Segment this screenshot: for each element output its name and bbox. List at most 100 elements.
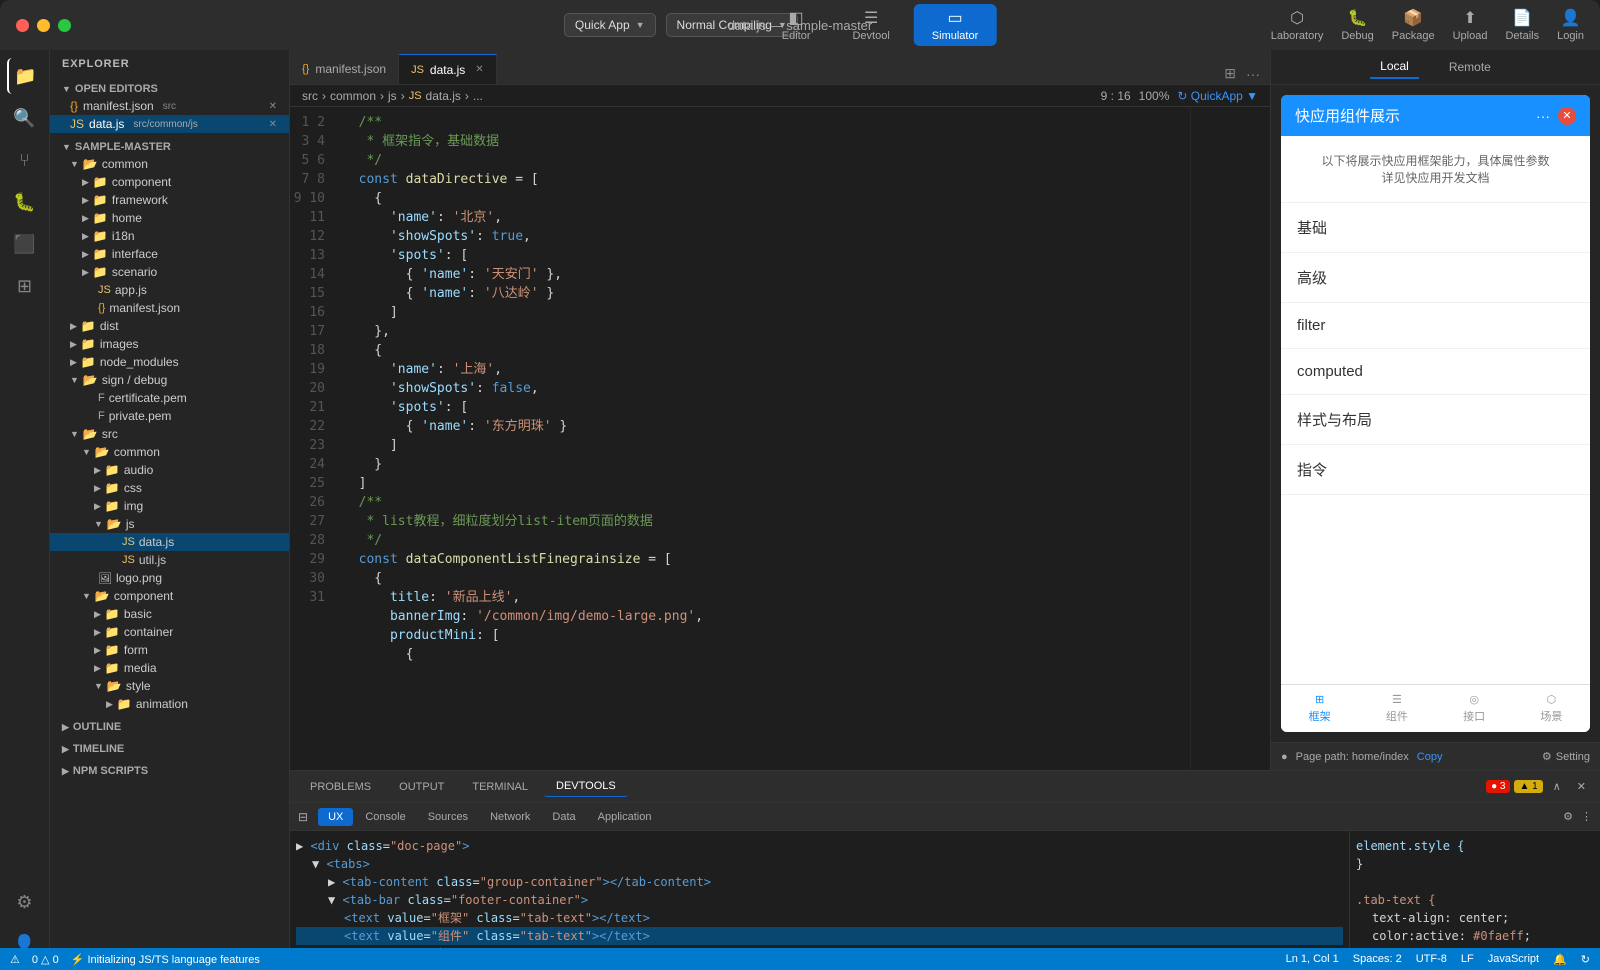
tree-home[interactable]: ▶ 📁 home — [50, 209, 289, 227]
tree-manifestjson[interactable]: {} manifest.json — [50, 299, 289, 317]
tree-scenario[interactable]: ▶ 📁 scenario — [50, 263, 289, 281]
list-item-directive[interactable]: 指令 — [1281, 445, 1590, 495]
package-button[interactable]: 📦 Package — [1392, 8, 1435, 42]
subtab-console[interactable]: Console — [355, 808, 415, 826]
tree-private[interactable]: F private.pem — [50, 407, 289, 425]
phone-menu-icon[interactable]: ··· — [1536, 108, 1550, 124]
maximize-button[interactable] — [58, 19, 71, 32]
devtools-filter-icon[interactable]: ⊟ — [298, 810, 308, 824]
footer-tab-framework[interactable]: ⊞ 框架 — [1309, 693, 1331, 724]
close-file-data-icon[interactable]: ✕ — [269, 119, 277, 130]
tree-css[interactable]: ▶ 📁 css — [50, 479, 289, 497]
preview-tab-local[interactable]: Local — [1370, 55, 1419, 79]
tree-src[interactable]: ▼ 📂 src — [50, 425, 289, 443]
preview-tab-remote[interactable]: Remote — [1439, 56, 1501, 78]
debug-button[interactable]: 🐛 Debug — [1341, 8, 1373, 42]
tree-images[interactable]: ▶ 📁 images — [50, 335, 289, 353]
tree-media[interactable]: ▶ 📁 media — [50, 659, 289, 677]
phone-close-icon[interactable]: ✕ — [1558, 107, 1576, 125]
tree-framework[interactable]: ▶ 📁 framework — [50, 191, 289, 209]
tree-basic[interactable]: ▶ 📁 basic — [50, 605, 289, 623]
activity-git[interactable]: ⑂ — [7, 142, 43, 178]
explorer-label: EXPLORER — [50, 50, 289, 78]
activity-settings[interactable]: ⚙ — [7, 884, 43, 920]
more-actions-icon[interactable]: ··· — [1244, 64, 1262, 84]
footer-tab-api[interactable]: ◎ 接口 — [1463, 693, 1485, 724]
tree-container[interactable]: ▶ 📁 container — [50, 623, 289, 641]
tree-style[interactable]: ▼ 📂 style — [50, 677, 289, 695]
tree-component[interactable]: ▶ 📁 component — [50, 173, 289, 191]
details-button[interactable]: 📄 Details — [1505, 8, 1539, 42]
close-panel-icon[interactable]: ✕ — [1571, 778, 1592, 795]
tree-node-modules[interactable]: ▶ 📁 node_modules — [50, 353, 289, 371]
tab-close-icon[interactable]: ✕ — [475, 64, 483, 75]
subtab-ux[interactable]: UX — [318, 808, 353, 826]
split-editor-icon[interactable]: ⊞ — [1222, 63, 1238, 84]
minimize-button[interactable] — [37, 19, 50, 32]
tree-animation[interactable]: ▶ 📁 animation — [50, 695, 289, 713]
activity-search[interactable]: 🔍 — [7, 100, 43, 136]
laboratory-button[interactable]: ⬡ Laboratory — [1271, 8, 1324, 42]
setting-button[interactable]: ⚙ Setting — [1542, 750, 1590, 763]
subtab-data[interactable]: Data — [542, 808, 585, 826]
activity-extensions[interactable]: ⬛ — [7, 226, 43, 262]
footer-tab-component[interactable]: ☰ 组件 — [1386, 693, 1408, 724]
project-label[interactable]: ▼ SAMPLE-MASTER — [50, 139, 289, 155]
copy-link[interactable]: Copy — [1417, 751, 1443, 763]
devtools-more-icon[interactable]: ⋮ — [1581, 810, 1592, 823]
tree-img[interactable]: ▶ 📁 img — [50, 497, 289, 515]
list-item-computed[interactable]: computed — [1281, 349, 1590, 395]
xml-line-6-selected[interactable]: <text value="组件" class="tab-text"></text… — [296, 927, 1343, 945]
list-item-advanced[interactable]: 高级 — [1281, 253, 1590, 303]
devtools-settings-icon[interactable]: ⚙ — [1563, 810, 1573, 823]
subtab-network[interactable]: Network — [480, 808, 540, 826]
tree-logopng[interactable]: 🖼 logo.png — [50, 569, 289, 587]
tree-dist[interactable]: ▶ 📁 dist — [50, 317, 289, 335]
list-item-basic[interactable]: 基础 — [1281, 203, 1590, 253]
footer-tab-scene[interactable]: ⬡ 场景 — [1540, 693, 1562, 724]
tab-terminal[interactable]: TERMINAL — [460, 777, 540, 797]
quick-app-selector[interactable]: ↻ QuickApp ▼ — [1177, 89, 1258, 103]
tab-problems[interactable]: PROBLEMS — [298, 777, 383, 797]
open-editors-label[interactable]: ▼ OPEN EDITORS — [50, 81, 289, 97]
tree-js[interactable]: ▼ 📂 js — [50, 515, 289, 533]
quick-app-dropdown[interactable]: Quick App ▼ — [564, 13, 656, 37]
activity-remote[interactable]: ⊞ — [7, 268, 43, 304]
tab-devtool[interactable]: ☰ Devtool — [834, 4, 907, 46]
list-item-filter[interactable]: filter — [1281, 303, 1590, 349]
tree-sign-debug[interactable]: ▼ 📂 sign / debug — [50, 371, 289, 389]
tree-common[interactable]: ▼ 📂 common — [50, 155, 289, 173]
tree-src-common[interactable]: ▼ 📂 common — [50, 443, 289, 461]
npm-scripts-label[interactable]: ▶ NPM SCRIPTS — [50, 763, 289, 779]
collapse-panel-icon[interactable]: ∧ — [1547, 778, 1567, 795]
tree-interface[interactable]: ▶ 📁 interface — [50, 245, 289, 263]
tab-output[interactable]: OUTPUT — [387, 777, 456, 797]
upload-button[interactable]: ⬆ Upload — [1453, 8, 1488, 42]
activity-debug[interactable]: 🐛 — [7, 184, 43, 220]
tab-devtools[interactable]: DEVTOOLS — [544, 776, 628, 797]
outline-label[interactable]: ▶ OUTLINE — [50, 719, 289, 735]
close-button[interactable] — [16, 19, 29, 32]
tree-utiljs[interactable]: JS util.js — [50, 551, 289, 569]
open-file-data[interactable]: JS data.js src/common/js ✕ — [50, 115, 289, 133]
tree-audio[interactable]: ▶ 📁 audio — [50, 461, 289, 479]
activity-explorer[interactable]: 📁 — [7, 58, 43, 94]
list-item-style[interactable]: 样式与布局 — [1281, 395, 1590, 445]
tree-i18n[interactable]: ▶ 📁 i18n — [50, 227, 289, 245]
open-file-manifest[interactable]: {} manifest.json src ✕ — [50, 97, 289, 115]
login-button[interactable]: 👤 Login — [1557, 8, 1584, 42]
tab-editor[interactable]: ◧ Editor — [764, 4, 829, 46]
tab-manifest[interactable]: {} manifest.json — [290, 54, 399, 84]
tree-datajs[interactable]: JS data.js — [50, 533, 289, 551]
tree-src-component[interactable]: ▼ 📂 component — [50, 587, 289, 605]
close-file-manifest-icon[interactable]: ✕ — [269, 101, 277, 112]
tree-form[interactable]: ▶ 📁 form — [50, 641, 289, 659]
tree-certificate[interactable]: F certificate.pem — [50, 389, 289, 407]
subtab-sources[interactable]: Sources — [418, 808, 478, 826]
tree-appjs[interactable]: JS app.js — [50, 281, 289, 299]
timeline-label[interactable]: ▶ TIMELINE — [50, 741, 289, 757]
tab-simulator[interactable]: ▭ Simulator — [914, 4, 996, 46]
tab-data-js[interactable]: JS data.js ✕ — [399, 54, 497, 84]
code-editor[interactable]: /** * 框架指令，基础数据 */ const dataDirective =… — [335, 107, 1190, 770]
subtab-application[interactable]: Application — [588, 808, 662, 826]
